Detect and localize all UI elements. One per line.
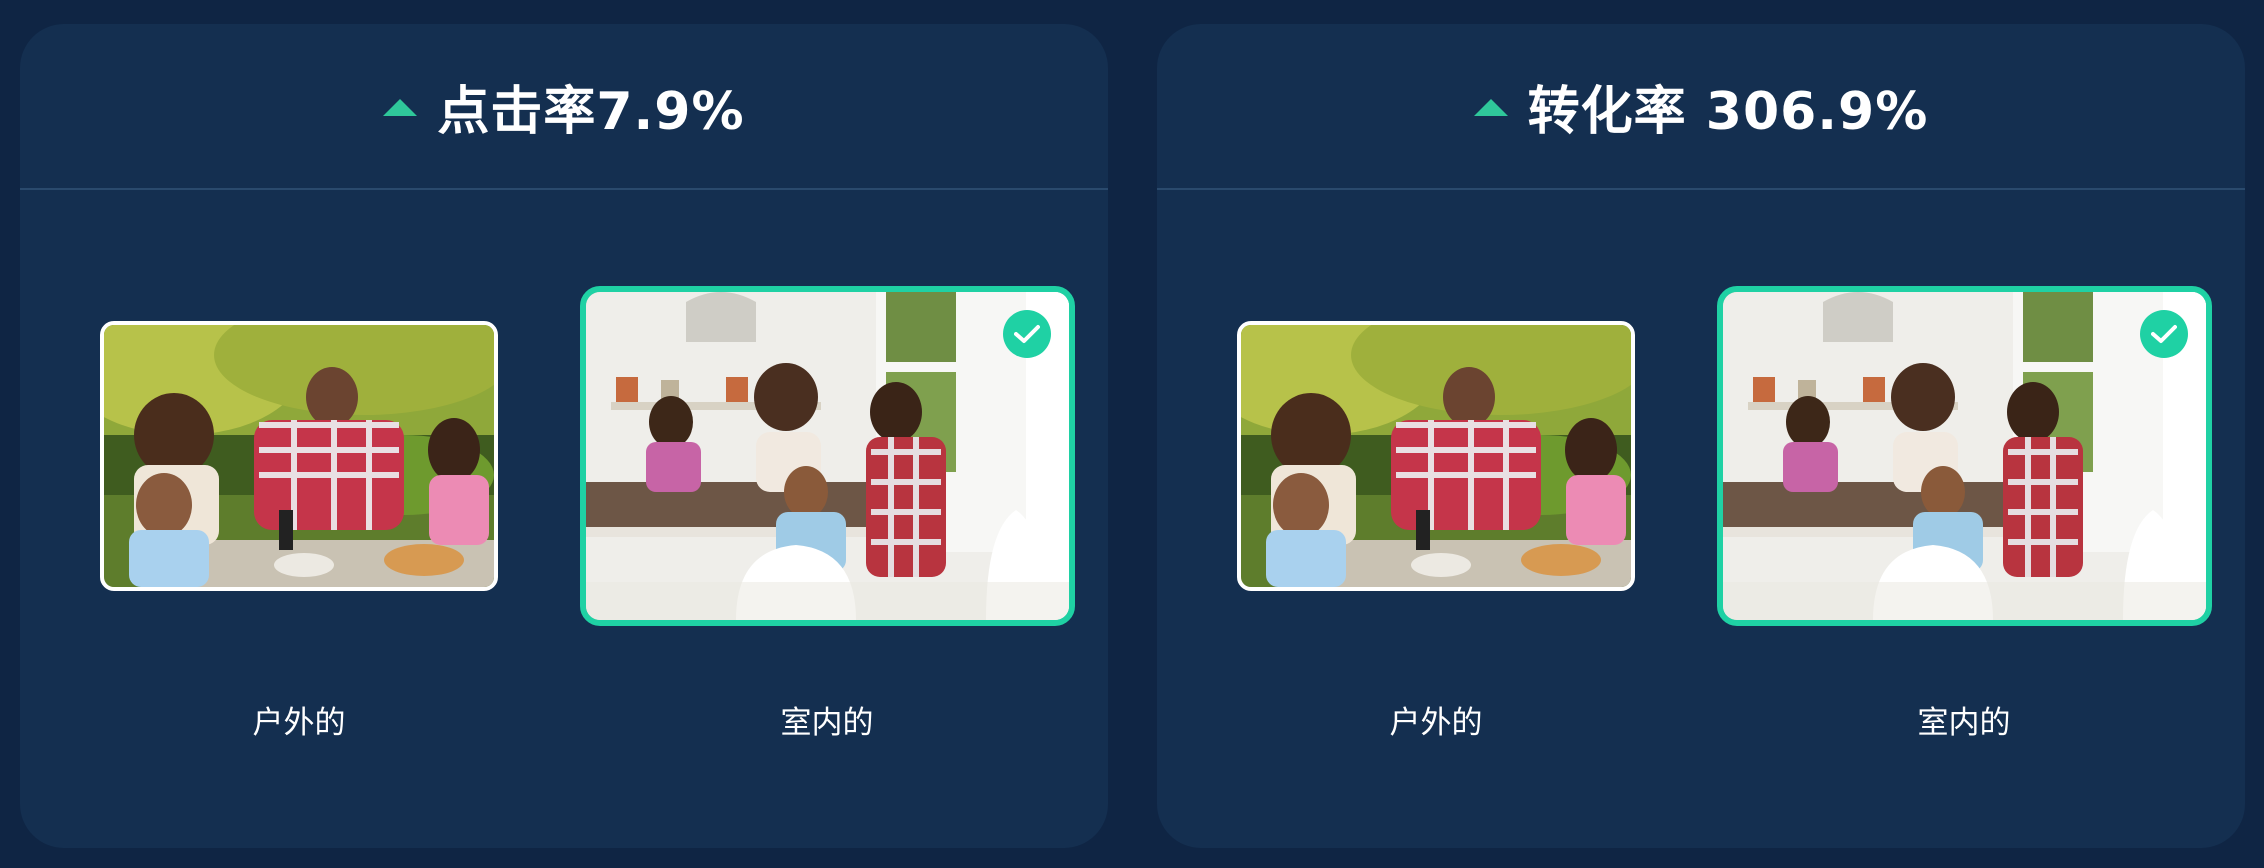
option-indoor-label: 室内的 (1917, 705, 2011, 741)
divider (1157, 188, 2245, 190)
outdoor-photo (104, 325, 494, 587)
ctr-panel: 点击率7.9% 户外的 室内的 (20, 24, 1108, 848)
conversion-panel: 转化率 306.9% 户外的 室内的 (1157, 24, 2245, 848)
divider (20, 188, 1108, 190)
trend-up-icon (383, 98, 418, 116)
option-outdoor[interactable] (1237, 321, 1635, 591)
option-outdoor[interactable] (100, 321, 498, 591)
option-indoor[interactable] (1717, 286, 2212, 626)
option-indoor[interactable] (580, 286, 1075, 626)
metric-title: 转化率 306.9% (1473, 69, 1929, 144)
panel-header: 点击率7.9% (20, 24, 1108, 188)
option-outdoor-label: 户外的 (252, 705, 346, 741)
check-icon (2140, 310, 2188, 358)
check-icon (1003, 310, 1051, 358)
outdoor-photo (1241, 325, 1631, 587)
trend-up-icon (1473, 98, 1508, 116)
metric-title: 点击率7.9% (383, 69, 744, 144)
option-outdoor-label: 户外的 (1389, 705, 1483, 741)
panel-header: 转化率 306.9% (1157, 24, 2245, 188)
indoor-photo (586, 292, 1069, 620)
indoor-photo (1723, 292, 2206, 620)
metric-title-text: 点击率7.9% (437, 81, 745, 142)
metric-title-text: 转化率 306.9% (1527, 81, 1929, 142)
option-indoor-label: 室内的 (780, 705, 874, 741)
